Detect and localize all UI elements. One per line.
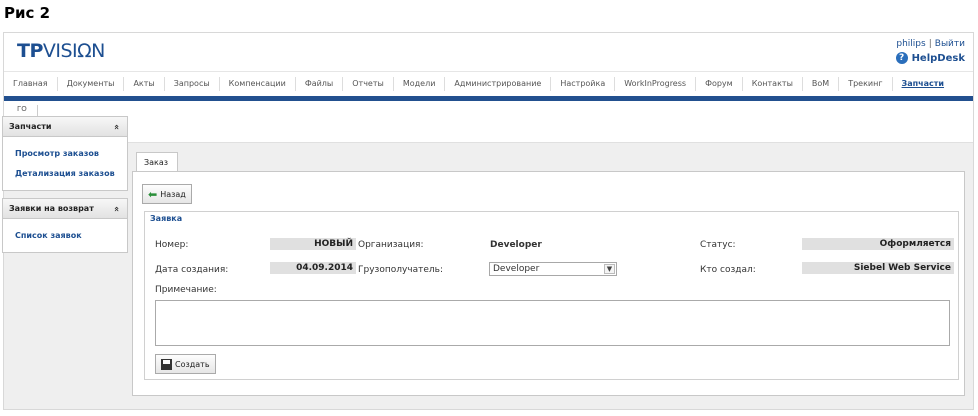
consignee-value: Developer [493, 264, 540, 274]
chevron-up-double-icon[interactable]: « [111, 206, 121, 212]
help-circle-icon[interactable]: ? [895, 52, 908, 64]
arrow-left-icon: ⬅ [148, 187, 158, 201]
logout-link[interactable]: Выйти [935, 39, 965, 49]
back-button-label: Назад [160, 189, 186, 199]
nav-item-workinprogress[interactable]: WorkInProgress [615, 76, 697, 91]
create-button-label: Создать [175, 359, 210, 369]
sub-nav: ГО [4, 101, 973, 143]
creator-value: Siebel Web Service [802, 262, 954, 274]
figure-caption: Рис 2 [4, 4, 51, 22]
chevron-down-icon[interactable]: ▼ [604, 264, 615, 274]
sidebar-header-returns[interactable]: Заявки на возврат « [3, 199, 127, 219]
back-button[interactable]: ⬅ Назад [142, 184, 192, 204]
status-label: Статус: [700, 240, 736, 250]
nav-item-documents[interactable]: Документы [58, 76, 125, 91]
sidebar-item-view-orders[interactable]: Просмотр заказов [15, 144, 127, 164]
org-label: Организация: [358, 240, 424, 250]
status-value: Оформляется [802, 238, 954, 250]
nav-item-tracking[interactable]: Трекинг [839, 76, 893, 91]
floppy-disk-icon [161, 358, 172, 370]
nav-item-acts[interactable]: Акты [124, 76, 165, 91]
nav-item-compensations[interactable]: Компенсации [220, 76, 296, 91]
user-box: philips | Выйти ? HelpDesk [895, 39, 965, 64]
sidebar-item-request-list[interactable]: Список заявок [15, 226, 127, 246]
sidebar-title: Запчасти [9, 122, 52, 131]
nav-item-contacts[interactable]: Контакты [743, 76, 803, 91]
nav-item-settings[interactable]: Настройка [551, 76, 616, 91]
request-fieldset [144, 211, 959, 380]
user-separator: | [928, 39, 932, 49]
logo-part2: VISIΩN [42, 40, 106, 62]
logo: TPVISIΩN [17, 40, 105, 62]
org-value: Developer [490, 240, 542, 250]
sidebar-block-returns: Заявки на возврат « Список заявок [2, 198, 128, 253]
date-label: Дата создания: [155, 265, 229, 275]
nav-item-models[interactable]: Модели [394, 76, 446, 91]
creator-label: Кто создал: [700, 265, 756, 275]
nav-item-administration[interactable]: Администрирование [445, 76, 552, 91]
fieldset-legend: Заявка [150, 214, 183, 223]
top-nav: Главная Документы Акты Запросы Компенсац… [4, 71, 973, 95]
consignee-label: Грузополучатель: [358, 265, 443, 275]
nav-item-forum[interactable]: Форум [696, 76, 743, 91]
sidebar: Запчасти « Просмотр заказов Детализация … [2, 116, 128, 260]
helpdesk-link[interactable]: HelpDesk [912, 53, 965, 64]
logo-part1: TP [17, 40, 43, 62]
number-label: Номер: [155, 240, 189, 250]
nav-item-reports[interactable]: Отчеты [343, 76, 394, 91]
nav-item-home[interactable]: Главная [4, 76, 58, 91]
sidebar-header-parts[interactable]: Запчасти « [3, 117, 127, 137]
date-value: 04.09.2014 [270, 262, 356, 274]
number-value: НОВЫЙ [270, 238, 356, 250]
note-label: Примечание: [155, 285, 217, 295]
user-name[interactable]: philips [896, 39, 925, 49]
nav-item-spare-parts[interactable]: Запчасти [893, 77, 953, 91]
sidebar-item-order-details[interactable]: Детализация заказов [15, 164, 127, 184]
nav-item-files[interactable]: Файлы [296, 76, 344, 91]
chevron-up-double-icon[interactable]: « [111, 124, 121, 130]
note-textarea[interactable] [155, 300, 950, 346]
nav-item-requests[interactable]: Запросы [165, 76, 220, 91]
consignee-select[interactable]: Developer ▼ [489, 262, 617, 276]
sidebar-title: Заявки на возврат [9, 204, 94, 213]
tab-order[interactable]: Заказ [136, 152, 178, 172]
nav-item-bom[interactable]: BoM [803, 76, 840, 91]
create-button[interactable]: Создать [155, 354, 216, 374]
sidebar-block-parts: Запчасти « Просмотр заказов Детализация … [2, 116, 128, 191]
